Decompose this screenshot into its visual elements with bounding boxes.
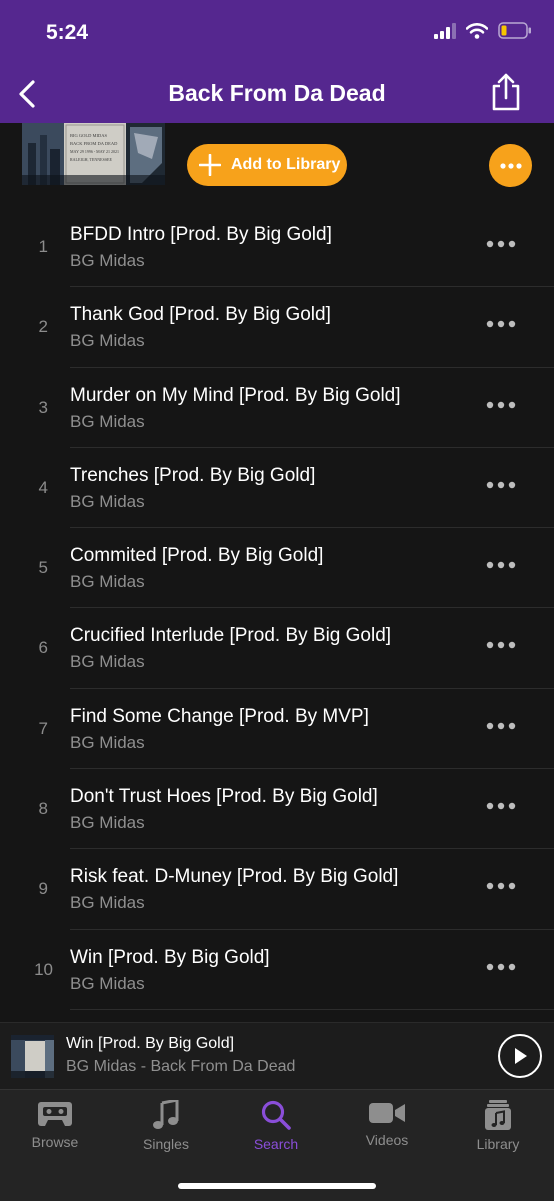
track-artist: BG Midas <box>70 572 145 592</box>
track-artist: BG Midas <box>70 813 145 833</box>
track-more-icon[interactable] <box>486 881 516 891</box>
track-title: Find Some Change [Prod. By MVP] <box>70 705 369 727</box>
track-number: 3 <box>38 397 48 417</box>
page-title: Back From Da Dead <box>168 80 386 106</box>
play-button[interactable] <box>498 1034 542 1078</box>
album-art[interactable]: BIG GOLD MIDAS BACK FROM DA DEAD MAY 29 … <box>22 123 165 185</box>
now-playing-subtitle: BG Midas - Back From Da Dead <box>66 1058 296 1075</box>
search-icon <box>261 1100 291 1130</box>
track-artist: BG Midas <box>70 893 145 913</box>
track-row[interactable]: 7 Find Some Change [Prod. By MVP] BG Mid… <box>0 689 554 770</box>
tab-search[interactable]: Search <box>221 1100 331 1152</box>
track-number: 7 <box>38 718 48 738</box>
tab-videos[interactable]: Videos <box>332 1100 442 1148</box>
track-number: 5 <box>38 558 48 578</box>
tab-browse[interactable]: Browse <box>0 1100 110 1150</box>
art-line-2: BACK FROM DA DEAD <box>70 141 118 146</box>
library-icon <box>485 1100 511 1130</box>
track-artist: BG Midas <box>70 331 145 351</box>
track-number: 2 <box>38 317 48 337</box>
art-line-1: BIG GOLD MIDAS <box>70 133 107 138</box>
track-row[interactable]: 1 BFDD Intro [Prod. By Big Gold] BG Mida… <box>0 207 554 288</box>
wifi-icon <box>466 22 488 39</box>
track-title: Win [Prod. By Big Gold] <box>70 946 270 968</box>
track-number: 1 <box>38 237 48 256</box>
track-row[interactable]: 10 Win [Prod. By Big Gold] BG Midas <box>0 930 554 1010</box>
music-note-icon <box>153 1100 179 1129</box>
track-title: Thank God [Prod. By Big Gold] <box>70 304 331 326</box>
mini-player[interactable]: Win [Prod. By Big Gold] BG Midas - Back … <box>0 1022 554 1089</box>
track-row[interactable]: 5 Commited [Prod. By Big Gold] BG Midas <box>0 528 554 609</box>
track-more-icon[interactable] <box>486 801 516 811</box>
track-more-icon[interactable] <box>486 640 516 650</box>
track-more-icon[interactable] <box>486 239 516 249</box>
share-icon <box>492 73 520 111</box>
track-row[interactable]: 3 Murder on My Mind [Prod. By Big Gold] … <box>0 368 554 448</box>
track-more-icon[interactable] <box>486 480 516 490</box>
track-title: BFDD Intro [Prod. By Big Gold] <box>70 224 332 245</box>
track-list: 1 BFDD Intro [Prod. By Big Gold] BG Mida… <box>0 207 554 1010</box>
status-time: 5:24 <box>46 21 89 44</box>
track-artist: BG Midas <box>70 491 145 511</box>
track-artist: BG Midas <box>70 251 145 270</box>
status-icons <box>434 22 532 39</box>
video-camera-icon <box>369 1103 405 1123</box>
track-artist: BG Midas <box>70 411 145 431</box>
cassette-icon <box>38 1102 72 1126</box>
track-number: 4 <box>38 477 48 497</box>
battery-icon <box>498 22 531 39</box>
track-title: Risk feat. D-Muney [Prod. By Big Gold] <box>70 866 399 888</box>
now-playing-title: Win [Prod. By Big Gold] <box>66 1035 235 1052</box>
add-to-library-button[interactable]: Add to Library <box>187 144 347 186</box>
track-artist: BG Midas <box>70 732 145 752</box>
tab-label: Search <box>253 1136 299 1152</box>
track-artist: BG Midas <box>70 973 145 993</box>
track-more-icon[interactable] <box>486 962 516 972</box>
cellular-signal-icon <box>434 22 456 39</box>
tab-label: Videos <box>365 1132 409 1148</box>
add-to-library-label: Add to Library <box>231 156 341 173</box>
plus-icon <box>199 154 221 176</box>
share-button[interactable] <box>488 72 524 112</box>
track-artist: BG Midas <box>70 652 145 672</box>
track-row[interactable]: 4 Trenches [Prod. By Big Gold] BG Midas <box>0 448 554 529</box>
tab-library[interactable]: Library <box>443 1100 553 1152</box>
tab-label: Singles <box>143 1136 189 1152</box>
divider <box>70 1008 554 1010</box>
track-number: 8 <box>38 799 48 819</box>
track-more-icon[interactable] <box>486 560 516 570</box>
tab-label: Browse <box>31 1134 79 1150</box>
track-title: Don't Trust Hoes [Prod. By Big Gold] <box>70 786 378 808</box>
album-more-button[interactable] <box>489 144 532 187</box>
art-line-3: MAY 29 1996 - MAY 21 2021 <box>70 149 119 154</box>
track-row[interactable]: 6 Crucified Interlude [Prod. By Big Gold… <box>0 608 554 689</box>
tab-singles[interactable]: Singles <box>111 1100 221 1152</box>
tab-label: Library <box>476 1136 520 1152</box>
track-more-icon[interactable] <box>486 400 516 410</box>
track-row[interactable]: 8 Don't Trust Hoes [Prod. By Big Gold] B… <box>0 769 554 850</box>
now-playing-art <box>11 1035 54 1078</box>
track-more-icon[interactable] <box>486 721 516 731</box>
track-number: 6 <box>38 638 48 658</box>
ellipsis-icon <box>499 162 522 169</box>
track-row[interactable]: 9 Risk feat. D-Muney [Prod. By Big Gold]… <box>0 849 554 930</box>
track-title: Murder on My Mind [Prod. By Big Gold] <box>70 384 401 406</box>
play-icon <box>515 1048 527 1064</box>
track-title: Trenches [Prod. By Big Gold] <box>70 464 316 486</box>
track-number: 10 <box>34 959 53 979</box>
home-indicator[interactable] <box>178 1183 376 1189</box>
track-row[interactable]: 2 Thank God [Prod. By Big Gold] BG Midas <box>0 287 554 368</box>
track-title: Commited [Prod. By Big Gold] <box>70 545 324 567</box>
track-number: 9 <box>38 879 48 899</box>
track-title: Crucified Interlude [Prod. By Big Gold] <box>70 625 392 647</box>
track-more-icon[interactable] <box>486 319 516 329</box>
top-bar: 5:24 Back From Da Dead <box>0 0 554 123</box>
